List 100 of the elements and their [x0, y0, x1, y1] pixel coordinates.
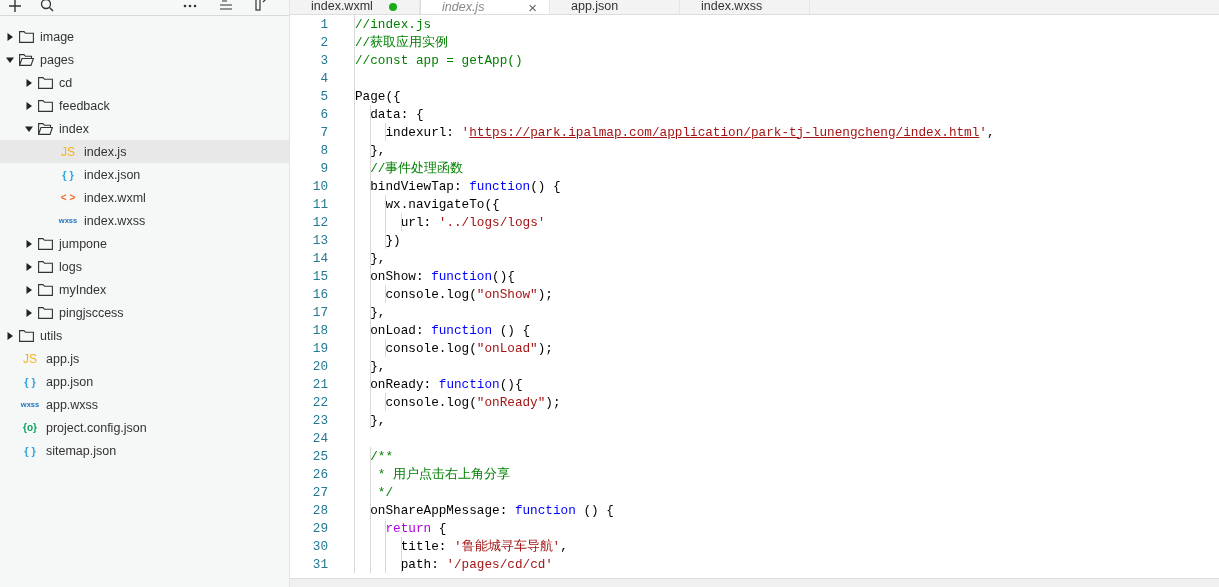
code-line: Page({	[355, 88, 401, 104]
tree-item[interactable]: { } index.json	[0, 163, 289, 186]
code-line: },	[369, 250, 386, 266]
caret-down-icon[interactable]	[6, 55, 14, 64]
line-number: 17	[311, 304, 328, 320]
caret-right-icon[interactable]	[25, 78, 33, 87]
line-number: 24	[311, 430, 328, 446]
close-icon[interactable]: ×	[528, 0, 537, 14]
line-number: 8	[319, 142, 328, 158]
tree-item[interactable]: JS app.js	[0, 347, 289, 370]
code-line: },	[369, 412, 386, 428]
line-number: 19	[311, 340, 328, 356]
line-number: 13	[311, 232, 328, 248]
folder-icon	[38, 99, 53, 112]
tree-item[interactable]: { } app.json	[0, 370, 289, 393]
caret-right-icon[interactable]	[6, 331, 14, 340]
code-line: //index.js	[355, 16, 432, 32]
code-line: indexurl: 'https://park.ipalmap.com/application/park-tj-lunengcheng/index.html',	[384, 124, 995, 140]
tree-item[interactable]: pages	[0, 48, 289, 71]
code-line: //获取应用实例	[355, 33, 449, 51]
line-number: 2	[319, 34, 328, 50]
file-type-icon: JS	[19, 351, 41, 366]
line-number: 25	[311, 448, 328, 464]
editor-tab[interactable]: app.json	[550, 0, 680, 14]
editor-tab[interactable]: index.js ×	[420, 0, 550, 14]
line-number: 3	[319, 52, 328, 68]
open-folder-icon	[38, 122, 53, 135]
tree-item[interactable]: feedback	[0, 94, 289, 117]
code-line: /**	[369, 448, 394, 464]
code-line: data: {	[369, 106, 424, 122]
file-type-icon: { }	[19, 444, 41, 457]
code-line: console.log("onReady");	[384, 394, 561, 410]
line-number: 31	[311, 556, 328, 572]
tree-item[interactable]: { } sitemap.json	[0, 439, 289, 462]
line-number: 29	[311, 520, 328, 536]
code-line: bindViewTap: function() {	[369, 178, 561, 194]
line-number: 10	[311, 178, 328, 194]
code-line: //const app = getApp()	[355, 52, 523, 68]
line-number: 27	[311, 484, 328, 500]
line-number: 30	[311, 538, 328, 554]
code-line: console.log("onShow");	[384, 286, 553, 302]
line-number: 6	[319, 106, 328, 122]
code-line: },	[369, 304, 386, 320]
code-line: //事件处理函数	[369, 159, 464, 177]
code-line: onShareAppMessage: function () {	[369, 502, 614, 518]
file-type-icon: { }	[57, 168, 79, 181]
line-number: 20	[311, 358, 328, 374]
line-number: 15	[311, 268, 328, 284]
line-number: 4	[319, 70, 328, 86]
file-type-icon: {o}	[19, 422, 41, 433]
code-line: title: '鲁能城寻车导航',	[399, 537, 568, 555]
search-icon[interactable]	[40, 0, 54, 12]
tree-item[interactable]: {o} project.config.json	[0, 416, 289, 439]
add-icon[interactable]	[8, 0, 22, 12]
folder-icon	[38, 76, 53, 89]
caret-down-icon[interactable]	[25, 124, 33, 133]
tree-item[interactable]: image	[0, 25, 289, 48]
caret-right-icon[interactable]	[25, 262, 33, 271]
code-line: onShow: function(){	[369, 268, 515, 284]
caret-right-icon[interactable]	[6, 32, 14, 41]
code-line: wx.navigateTo({	[384, 196, 500, 212]
caret-right-icon[interactable]	[25, 308, 33, 317]
code-line: },	[369, 358, 386, 374]
line-number: 21	[311, 376, 328, 392]
folder-icon	[38, 306, 53, 319]
line-number: 14	[311, 250, 328, 266]
tree-item[interactable]: myIndex	[0, 278, 289, 301]
caret-right-icon[interactable]	[25, 239, 33, 248]
line-number: 7	[319, 124, 328, 140]
line-number: 16	[311, 286, 328, 302]
line-number: 5	[319, 88, 328, 104]
line-number: 26	[311, 466, 328, 482]
line-number: 1	[319, 16, 328, 32]
folder-icon	[38, 260, 53, 273]
editor-tab[interactable]: index.wxss	[680, 0, 810, 14]
line-number: 22	[311, 394, 328, 410]
list-icon[interactable]	[219, 0, 233, 12]
code-line: onReady: function(){	[369, 376, 523, 392]
caret-right-icon[interactable]	[25, 285, 33, 294]
file-type-icon: JS	[57, 144, 79, 159]
tree-item[interactable]: utils	[0, 324, 289, 347]
code-line: return {	[384, 520, 447, 536]
line-number: 9	[319, 160, 328, 176]
code-line: console.log("onLoad");	[384, 340, 553, 356]
tree-item[interactable]: jumpone	[0, 232, 289, 255]
caret-right-icon[interactable]	[25, 101, 33, 110]
line-number: 18	[311, 322, 328, 338]
code-line: */	[376, 484, 394, 500]
file-type-icon: < >	[57, 192, 79, 203]
tree-item[interactable]: logs	[0, 255, 289, 278]
code-line: onLoad: function () {	[369, 322, 531, 338]
folder-icon	[19, 30, 34, 43]
code-line: * 用户点击右上角分享	[376, 465, 511, 483]
tree-item[interactable]: pingjsccess	[0, 301, 289, 324]
folder-icon	[38, 283, 53, 296]
tree-item[interactable]: cd	[0, 71, 289, 94]
tree-item[interactable]: index	[0, 117, 289, 140]
horizontal-scrollbar[interactable]	[290, 578, 1219, 587]
tree-item[interactable]: < > index.wxml	[0, 186, 289, 209]
tree-item[interactable]: JS index.js	[0, 140, 289, 163]
